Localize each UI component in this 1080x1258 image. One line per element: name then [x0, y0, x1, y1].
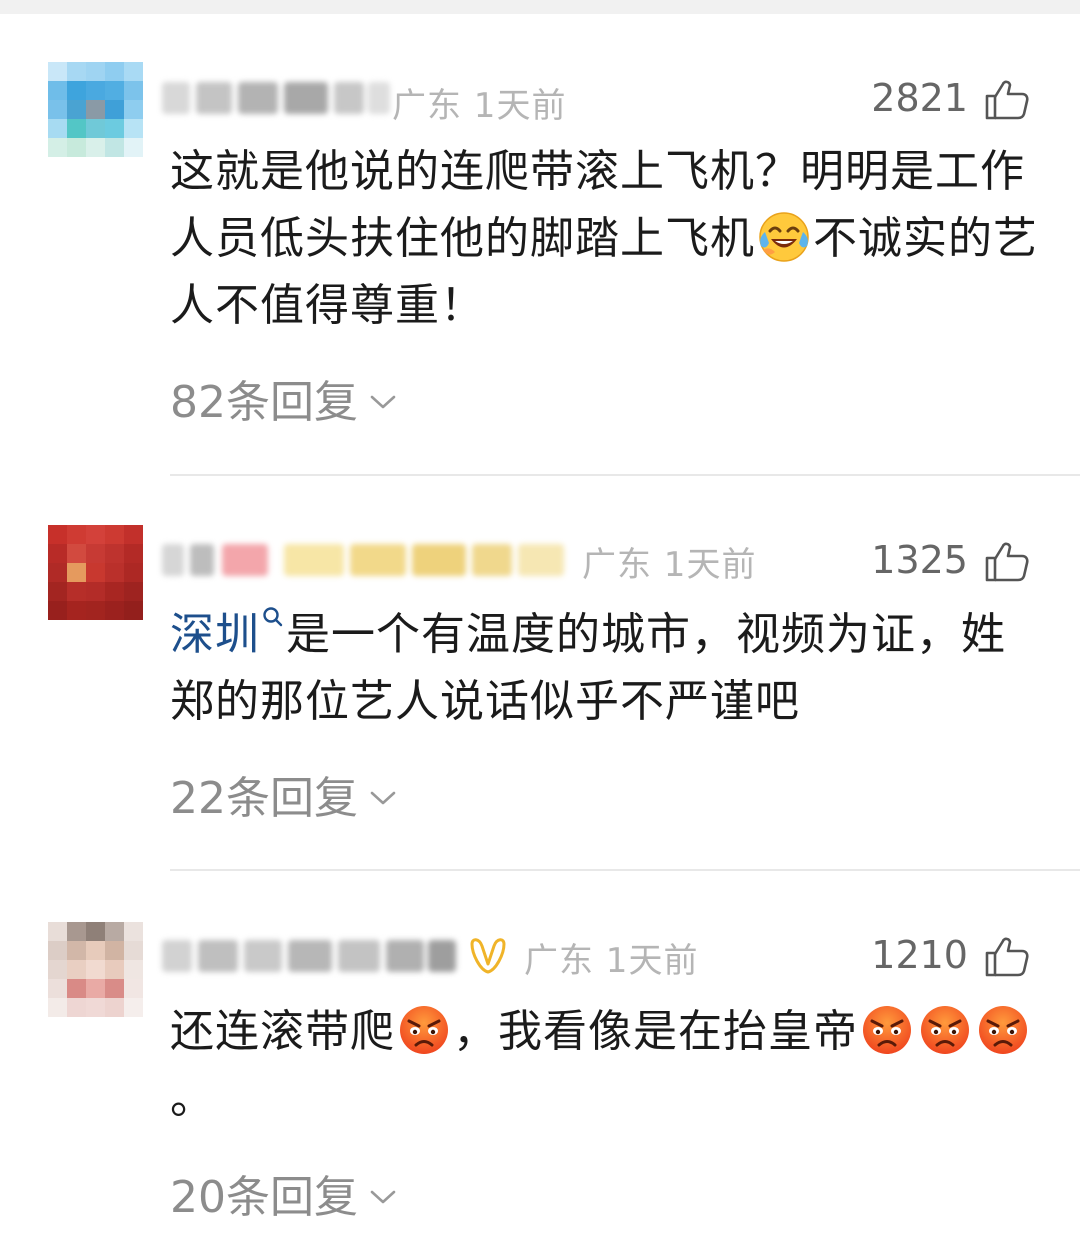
replies-link[interactable]: 82条回复 [170, 366, 398, 430]
angry-face-emoji [979, 1006, 1027, 1054]
location-time: 广东 1天前 [392, 86, 567, 126]
chevron-down-icon [370, 1190, 396, 1204]
divider [170, 474, 1080, 476]
thumbs-up-icon[interactable] [984, 538, 1030, 584]
divider [170, 869, 1080, 871]
username-blurred[interactable] [162, 934, 458, 978]
avatar[interactable] [48, 525, 143, 620]
replies-link[interactable]: 22条回复 [170, 762, 398, 826]
chevron-down-icon [370, 791, 396, 805]
like-count: 1325 [871, 538, 968, 582]
like-count: 2821 [871, 76, 968, 120]
chevron-down-icon [370, 395, 396, 409]
avatar[interactable] [48, 922, 143, 1017]
thumbs-up-icon[interactable] [984, 76, 1030, 122]
comment-text: 还连滚带爬 ，我看像是在抬皇帝。 [170, 998, 1050, 1132]
top-strip [0, 0, 1080, 14]
angry-face-emoji [921, 1006, 969, 1054]
username-blurred[interactable] [162, 76, 392, 120]
like-count: 1210 [871, 933, 968, 977]
angry-face-emoji [400, 1006, 448, 1054]
angry-face-emoji [863, 1006, 911, 1054]
avatar[interactable] [48, 62, 143, 157]
username-blurred[interactable] [162, 538, 572, 582]
vip-badge-icon[interactable] [466, 934, 510, 978]
topic-link[interactable]: 深圳 [170, 609, 260, 660]
comment-text: 深圳 是一个有温度的城市，视频为证，姓郑的那位艺人说话似乎不严谨吧 [170, 601, 1050, 735]
laughing-crying-emoji [759, 212, 809, 262]
location-time: 广东 1天前 [524, 941, 699, 981]
location-time: 广东 1天前 [582, 545, 757, 585]
thumbs-up-icon[interactable] [984, 933, 1030, 979]
replies-link[interactable]: 20条回复 [170, 1161, 398, 1225]
comment-text: 这就是他说的连爬带滚上飞机？明明是工作人员低头扶住他的脚踏上飞机 不诚实的艺人不… [170, 146, 1038, 331]
search-icon [263, 607, 283, 627]
